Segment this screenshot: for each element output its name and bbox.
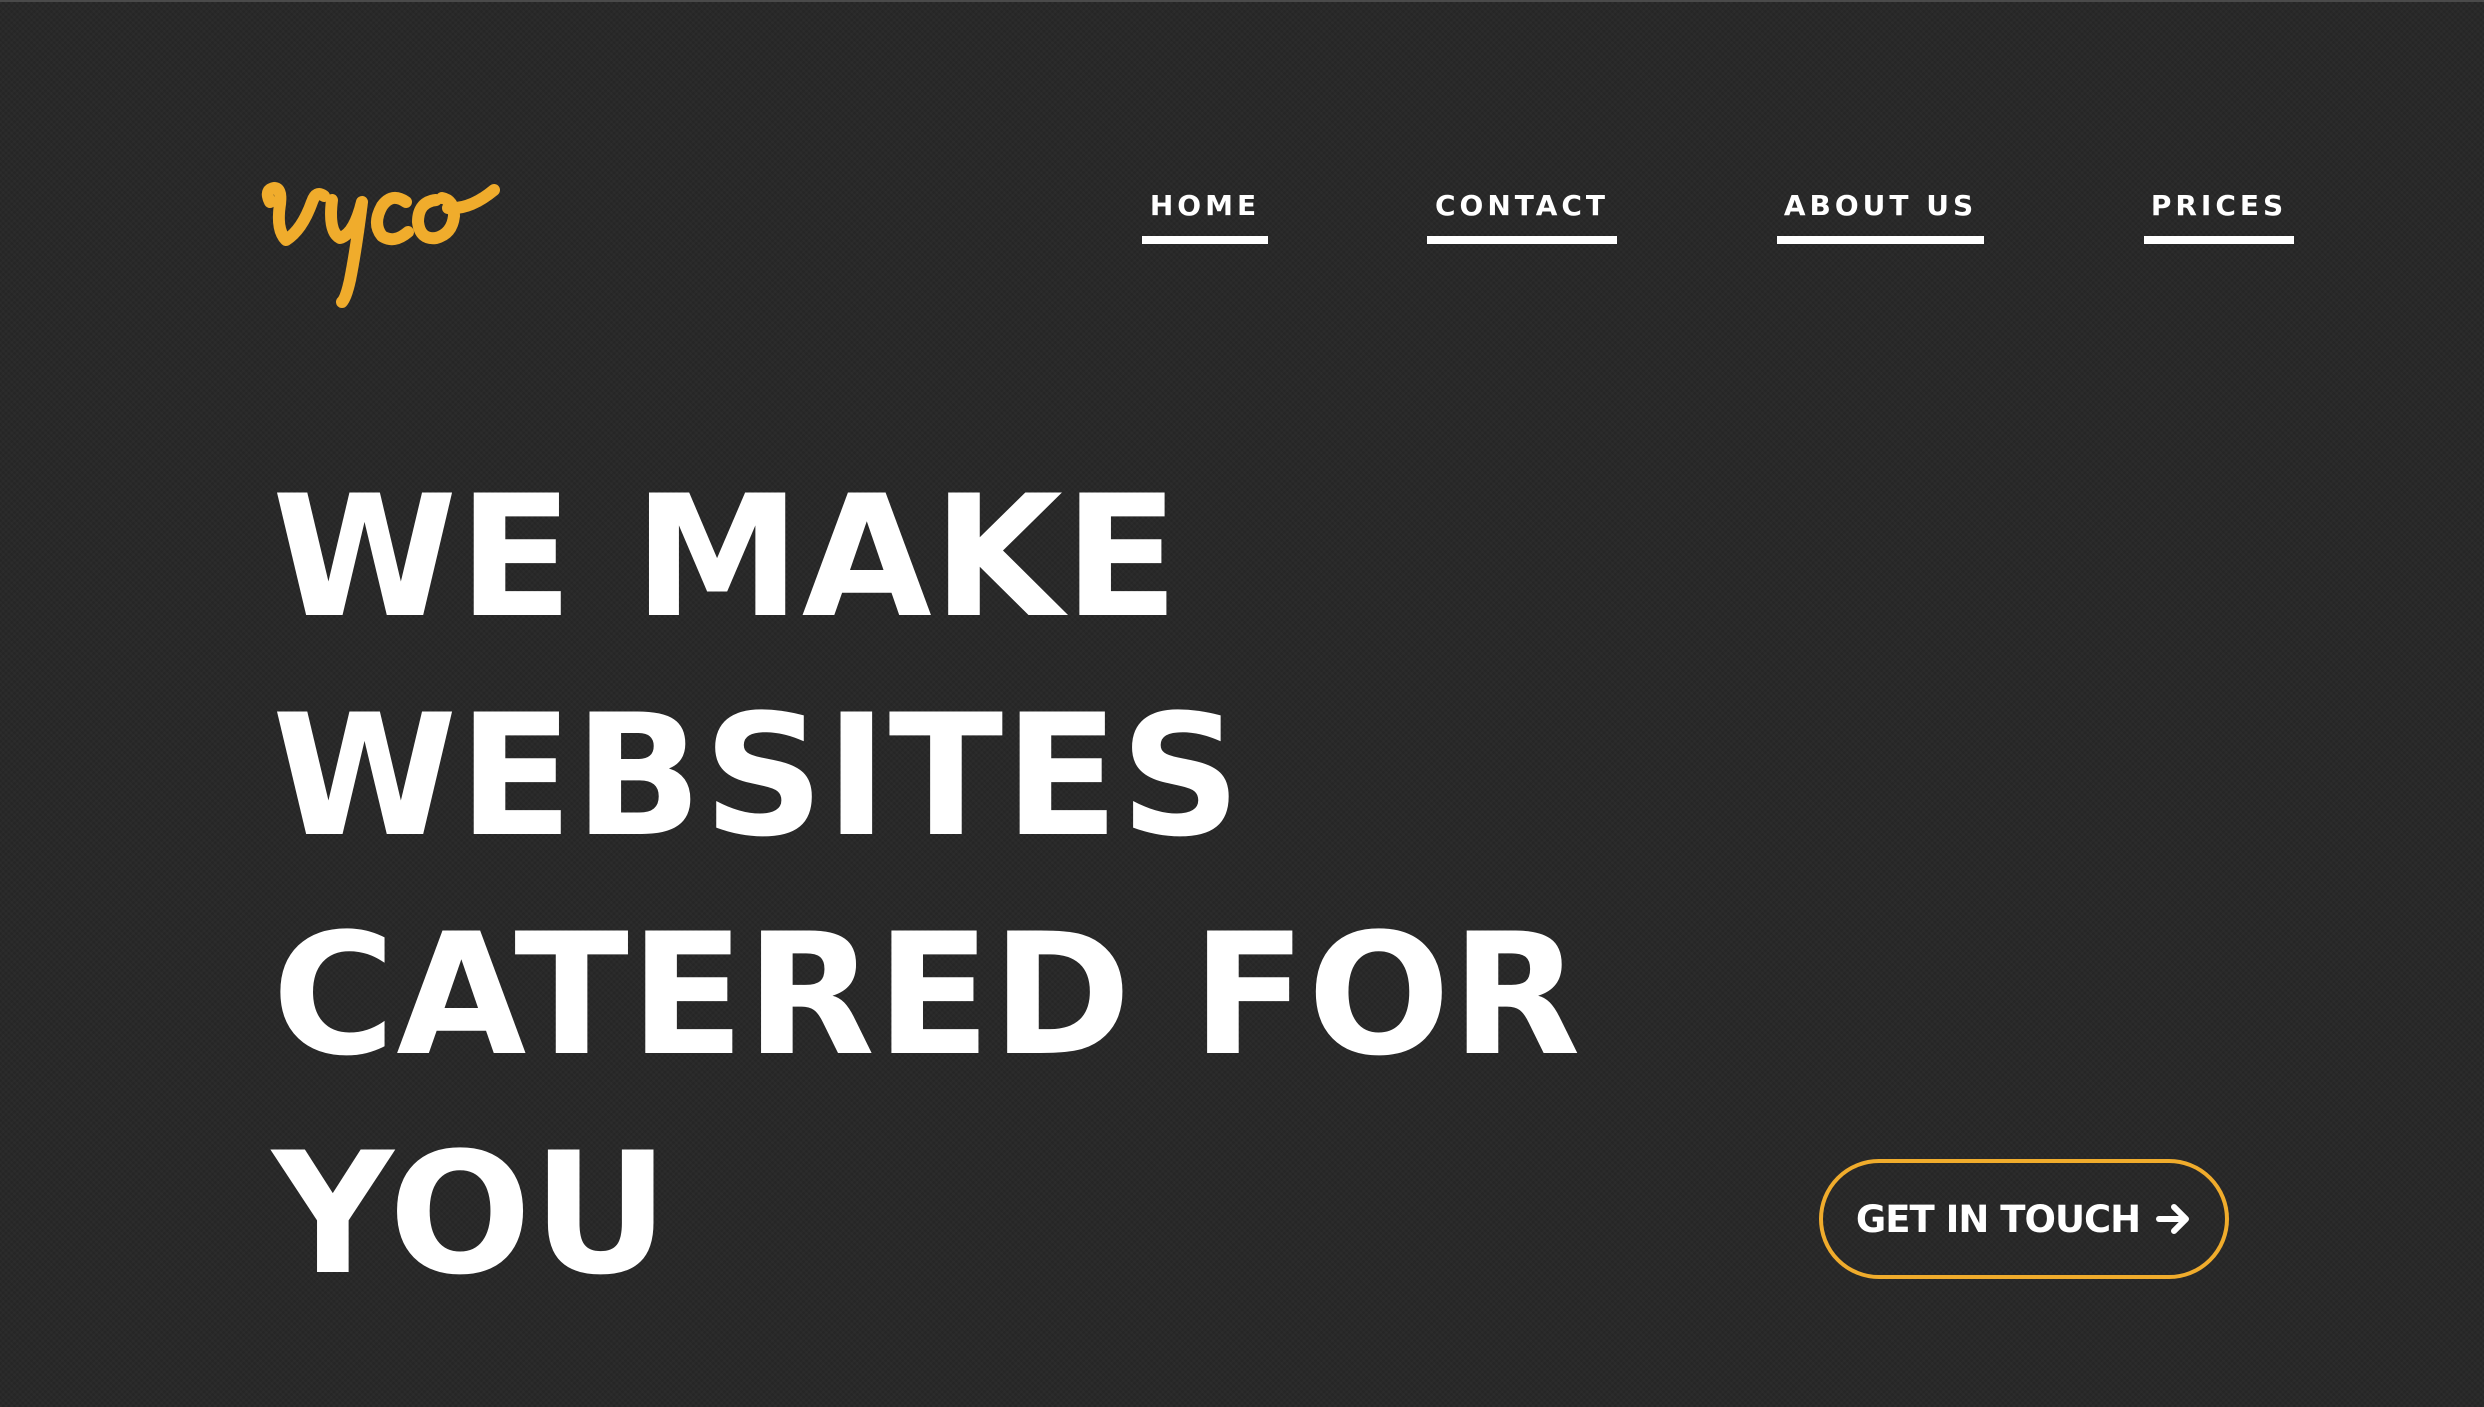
get-in-touch-button[interactable]: GET IN TOUCH [1819, 1159, 2229, 1279]
arrow-right-icon [2156, 1204, 2190, 1234]
top-border-line [0, 0, 2484, 2]
nav-about-us-link[interactable]: ABOUT US [1777, 188, 1984, 244]
nav-prices-link[interactable]: PRICES [2144, 188, 2294, 244]
vyco-logo[interactable] [258, 140, 508, 315]
logo-wordmark-icon [261, 182, 500, 308]
hero-line-1: WE MAKE [272, 459, 1180, 655]
hero-line-2: WEBSITES [272, 678, 1242, 874]
hero-line-3: CATERED FOR [272, 897, 1582, 1093]
get-in-touch-label: GET IN TOUCH [1855, 1197, 2141, 1241]
nav-contact-link[interactable]: CONTACT [1427, 188, 1617, 244]
nav-home-link[interactable]: HOME [1142, 188, 1268, 244]
hero-heading: WE MAKE WEBSITES CATERED FOR YOU [272, 448, 1582, 1324]
hero-line-4: YOU [272, 1116, 670, 1312]
